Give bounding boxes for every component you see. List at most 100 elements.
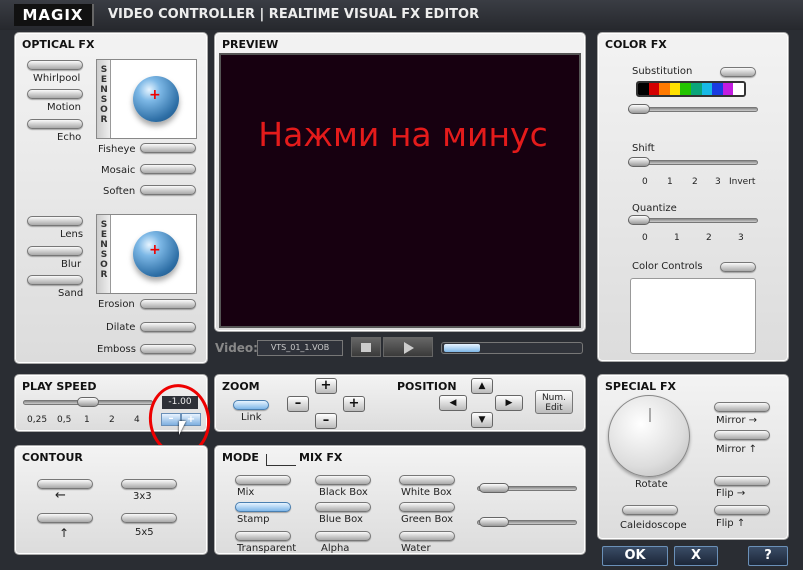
play-speed-tick: 0,5 (57, 415, 72, 425)
mode-mix-button[interactable] (235, 475, 291, 485)
play-icon (404, 342, 414, 354)
special-fx-title: SPECIAL FX (605, 380, 677, 393)
echo-label: Echo (57, 132, 82, 143)
quantize-label: Quantize (632, 203, 677, 214)
zoom-out-left-button[interactable]: – (287, 396, 309, 412)
up-arrow-icon: ↑ (748, 444, 758, 455)
mirror-right-label: Mirror → (716, 415, 758, 426)
shift-label: Shift (632, 143, 655, 154)
flip-up-button[interactable] (714, 505, 770, 515)
mode-stamp-button[interactable] (235, 502, 291, 512)
sensor-pad-top[interactable]: SENSOR (96, 59, 197, 139)
sand-button[interactable] (27, 275, 83, 285)
position-left-button[interactable]: ◀ (439, 395, 467, 411)
play-speed-tick: 0,25 (27, 415, 48, 425)
fisheye-button[interactable] (140, 143, 196, 153)
contour-3x3-button[interactable] (121, 479, 177, 489)
video-file-field[interactable]: VTS_01_1.VOB (257, 340, 343, 356)
position-up-button[interactable]: ▲ (471, 378, 493, 394)
contour-5x5-button[interactable] (121, 513, 177, 523)
color-controls-box[interactable] (630, 278, 756, 354)
caleidoscope-label: Caleidoscope (620, 520, 687, 531)
help-button[interactable]: ? (748, 546, 788, 566)
contour-up-button[interactable] (37, 513, 93, 523)
mosaic-button[interactable] (140, 164, 196, 174)
sensor-ball-icon[interactable] (133, 76, 179, 122)
mix-white-box-button[interactable] (399, 475, 455, 485)
mix-water-button[interactable] (399, 531, 455, 541)
play-speed-tick: 2 (109, 415, 115, 425)
stop-button[interactable] (351, 337, 381, 357)
motion-label: Motion (47, 102, 81, 113)
num-edit-button[interactable]: Num. Edit (535, 390, 573, 414)
zoom-link-label: Link (241, 412, 262, 423)
optical-fx-title: OPTICAL FX (22, 38, 95, 51)
shift-slider-thumb[interactable] (628, 157, 650, 167)
mode-underline (266, 465, 296, 466)
zoom-link-button[interactable] (233, 400, 269, 410)
mouse-cursor-icon (179, 421, 186, 435)
blur-button[interactable] (27, 246, 83, 256)
up-arrow-icon: ↑ (59, 526, 70, 540)
motion-button[interactable] (27, 89, 83, 99)
rotate-knob[interactable] (608, 395, 690, 477)
lens-button[interactable] (27, 216, 83, 226)
sensor-ball-icon-bottom[interactable] (133, 231, 179, 277)
whirlpool-button[interactable] (27, 60, 83, 70)
emboss-button[interactable] (140, 344, 196, 354)
mode-stamp-label: Stamp (237, 514, 270, 525)
zoom-out-button[interactable]: – (315, 413, 337, 429)
zoom-in-right-button[interactable]: + (343, 396, 365, 412)
color-fx-panel: COLOR FX Substitution Shift 0 1 2 3 Inve… (597, 32, 789, 362)
sensor-pad-bottom[interactable]: SENSOR (96, 214, 197, 294)
overlay-text: Нажми на минус (258, 115, 548, 154)
mix-black-box-button[interactable] (315, 475, 371, 485)
mode-mixfx-panel: MODE MIX FX Mix Stamp Transparent Black … (214, 445, 586, 555)
mirror-right-button[interactable] (714, 402, 770, 412)
palette-swatch (690, 83, 702, 95)
shift-tick: 3 (715, 177, 721, 187)
position-down-button[interactable]: ▼ (471, 412, 493, 428)
caleidoscope-button[interactable] (622, 505, 678, 515)
mix-alpha-button[interactable] (315, 531, 371, 541)
palette-swatch (712, 83, 723, 95)
zoom-in-button[interactable]: + (315, 378, 337, 394)
mix-water-label: Water (401, 543, 431, 554)
mirror-up-button[interactable] (714, 430, 770, 440)
substitution-slider-thumb[interactable] (628, 104, 650, 114)
cancel-button[interactable]: X (674, 546, 718, 566)
mix-green-box-label: Green Box (401, 514, 454, 525)
mix-green-box-button[interactable] (399, 502, 455, 512)
play-speed-tick: 4 (134, 415, 140, 425)
erosion-button[interactable] (140, 299, 196, 309)
position-right-button[interactable]: ▶ (495, 395, 523, 411)
color-controls-button[interactable] (720, 262, 756, 272)
soften-button[interactable] (140, 185, 196, 195)
mix-white-box-label: White Box (401, 487, 452, 498)
stop-icon (361, 343, 371, 352)
substitution-button[interactable] (720, 67, 756, 77)
ok-button[interactable]: OK (602, 546, 668, 566)
flip-right-button[interactable] (714, 476, 770, 486)
contour-3x3-label: 3x3 (133, 491, 152, 502)
left-arrow-icon: ← (55, 488, 66, 503)
quantize-slider-thumb[interactable] (628, 215, 650, 225)
right-arrow-icon: → (736, 488, 746, 499)
video-position-track[interactable] (441, 342, 583, 354)
substitution-palette[interactable] (636, 81, 746, 97)
mirror-up-label: Mirror ↑ (716, 444, 758, 455)
contour-title: CONTOUR (22, 451, 83, 464)
zoom-title: ZOOM (222, 380, 260, 393)
mix-blue-box-button[interactable] (315, 502, 371, 512)
video-position-thumb[interactable] (444, 344, 480, 352)
mix-slider-1-thumb[interactable] (479, 483, 509, 493)
dilate-button[interactable] (140, 322, 196, 332)
mode-transparent-button[interactable] (235, 531, 291, 541)
play-speed-slider-thumb[interactable] (77, 397, 99, 407)
echo-button[interactable] (27, 119, 83, 129)
palette-swatch (638, 83, 649, 95)
play-button[interactable] (383, 337, 433, 357)
quantize-tick: 2 (706, 233, 712, 243)
mix-slider-2-thumb[interactable] (479, 517, 509, 527)
video-label: Video: (215, 341, 258, 355)
